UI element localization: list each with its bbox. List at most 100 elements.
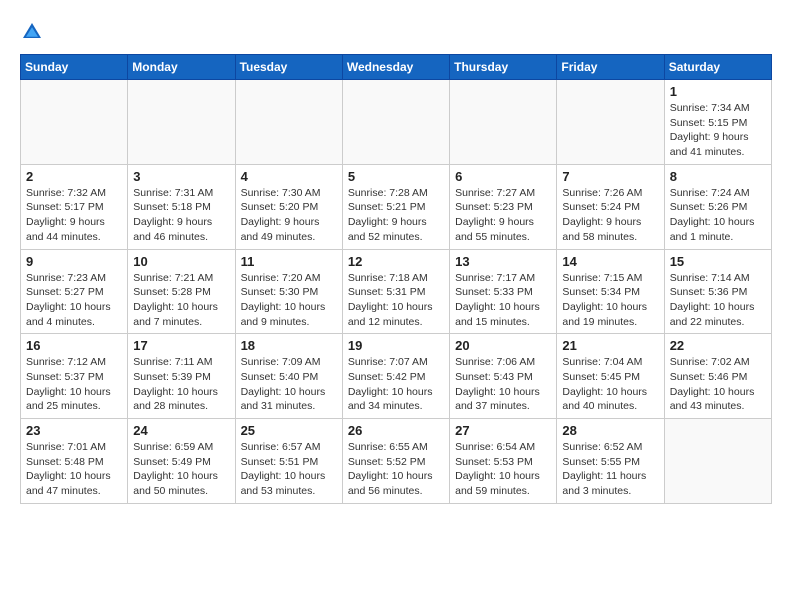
day-info: Sunrise: 6:52 AMSunset: 5:55 PMDaylight:… bbox=[562, 440, 658, 499]
calendar-cell: 10 Sunrise: 7:21 AMSunset: 5:28 PMDayligh… bbox=[128, 249, 235, 334]
calendar-cell bbox=[342, 80, 449, 165]
day-info: Sunrise: 7:09 AMSunset: 5:40 PMDaylight:… bbox=[241, 355, 337, 414]
day-info: Sunrise: 7:12 AMSunset: 5:37 PMDaylight:… bbox=[26, 355, 122, 414]
calendar-cell: 7Sunrise: 7:26 AMSunset: 5:24 PMDaylight… bbox=[557, 164, 664, 249]
day-info: Sunrise: 7:32 AMSunset: 5:17 PMDaylight:… bbox=[26, 186, 122, 245]
week-row-5: 23 Sunrise: 7:01 AMSunset: 5:48 PMDayligh… bbox=[21, 419, 772, 504]
day-number: 25 bbox=[241, 423, 337, 438]
calendar-cell bbox=[235, 80, 342, 165]
day-info: Sunrise: 7:28 AMSunset: 5:21 PMDaylight:… bbox=[348, 186, 444, 245]
day-info: Sunrise: 7:15 AMSunset: 5:34 PMDaylight:… bbox=[562, 271, 658, 330]
weekday-header-tuesday: Tuesday bbox=[235, 55, 342, 80]
day-info: Sunrise: 6:55 AMSunset: 5:52 PMDaylight:… bbox=[348, 440, 444, 499]
day-info: Sunrise: 6:54 AMSunset: 5:53 PMDaylight:… bbox=[455, 440, 551, 499]
calendar-cell: 20 Sunrise: 7:06 AMSunset: 5:43 PMDayligh… bbox=[450, 334, 557, 419]
calendar-cell: 5 Sunrise: 7:28 AMSunset: 5:21 PMDaylight… bbox=[342, 164, 449, 249]
day-number: 12 bbox=[348, 254, 444, 269]
day-info: Sunrise: 7:26 AMSunset: 5:24 PMDaylight:… bbox=[562, 186, 658, 245]
day-number: 15 bbox=[670, 254, 766, 269]
day-info: Sunrise: 7:01 AMSunset: 5:48 PMDaylight:… bbox=[26, 440, 122, 499]
calendar-cell: 25 Sunrise: 6:57 AMSunset: 5:51 PMDayligh… bbox=[235, 419, 342, 504]
day-number: 2 bbox=[26, 169, 122, 184]
day-info: Sunrise: 7:07 AMSunset: 5:42 PMDaylight:… bbox=[348, 355, 444, 414]
week-row-4: 16 Sunrise: 7:12 AMSunset: 5:37 PMDayligh… bbox=[21, 334, 772, 419]
calendar-cell: 23 Sunrise: 7:01 AMSunset: 5:48 PMDayligh… bbox=[21, 419, 128, 504]
weekday-header-wednesday: Wednesday bbox=[342, 55, 449, 80]
logo-icon bbox=[20, 20, 44, 44]
day-info: Sunrise: 7:20 AMSunset: 5:30 PMDaylight:… bbox=[241, 271, 337, 330]
day-number: 13 bbox=[455, 254, 551, 269]
day-info: Sunrise: 7:23 AMSunset: 5:27 PMDaylight:… bbox=[26, 271, 122, 330]
day-info: Sunrise: 7:21 AMSunset: 5:28 PMDaylight:… bbox=[133, 271, 229, 330]
day-number: 20 bbox=[455, 338, 551, 353]
calendar-cell bbox=[450, 80, 557, 165]
day-info: Sunrise: 7:11 AMSunset: 5:39 PMDaylight:… bbox=[133, 355, 229, 414]
page-header bbox=[20, 20, 772, 44]
calendar-cell: 26 Sunrise: 6:55 AMSunset: 5:52 PMDayligh… bbox=[342, 419, 449, 504]
calendar-cell: 14 Sunrise: 7:15 AMSunset: 5:34 PMDayligh… bbox=[557, 249, 664, 334]
day-number: 23 bbox=[26, 423, 122, 438]
calendar-cell: 17 Sunrise: 7:11 AMSunset: 5:39 PMDayligh… bbox=[128, 334, 235, 419]
day-number: 17 bbox=[133, 338, 229, 353]
calendar-cell: 13 Sunrise: 7:17 AMSunset: 5:33 PMDayligh… bbox=[450, 249, 557, 334]
calendar-cell: 21 Sunrise: 7:04 AMSunset: 5:45 PMDayligh… bbox=[557, 334, 664, 419]
day-number: 10 bbox=[133, 254, 229, 269]
day-number: 24 bbox=[133, 423, 229, 438]
day-number: 1 bbox=[670, 84, 766, 99]
calendar-cell: 4Sunrise: 7:30 AMSunset: 5:20 PMDaylight… bbox=[235, 164, 342, 249]
calendar-cell: 19 Sunrise: 7:07 AMSunset: 5:42 PMDayligh… bbox=[342, 334, 449, 419]
calendar-cell: 6 Sunrise: 7:27 AMSunset: 5:23 PMDaylight… bbox=[450, 164, 557, 249]
calendar-table: SundayMondayTuesdayWednesdayThursdayFrid… bbox=[20, 54, 772, 504]
calendar-cell: 3 Sunrise: 7:31 AMSunset: 5:18 PMDaylight… bbox=[128, 164, 235, 249]
day-number: 5 bbox=[348, 169, 444, 184]
calendar-cell: 1 Sunrise: 7:34 AMSunset: 5:15 PMDaylight… bbox=[664, 80, 771, 165]
calendar-cell bbox=[21, 80, 128, 165]
day-number: 3 bbox=[133, 169, 229, 184]
day-number: 16 bbox=[26, 338, 122, 353]
day-info: Sunrise: 7:18 AMSunset: 5:31 PMDaylight:… bbox=[348, 271, 444, 330]
week-row-1: 1 Sunrise: 7:34 AMSunset: 5:15 PMDaylight… bbox=[21, 80, 772, 165]
calendar-cell: 2 Sunrise: 7:32 AMSunset: 5:17 PMDaylight… bbox=[21, 164, 128, 249]
day-number: 19 bbox=[348, 338, 444, 353]
day-info: Sunrise: 7:02 AMSunset: 5:46 PMDaylight:… bbox=[670, 355, 766, 414]
calendar-cell bbox=[128, 80, 235, 165]
calendar-cell: 12 Sunrise: 7:18 AMSunset: 5:31 PMDayligh… bbox=[342, 249, 449, 334]
day-info: Sunrise: 7:17 AMSunset: 5:33 PMDaylight:… bbox=[455, 271, 551, 330]
calendar-cell: 28 Sunrise: 6:52 AMSunset: 5:55 PMDayligh… bbox=[557, 419, 664, 504]
day-number: 18 bbox=[241, 338, 337, 353]
day-info: Sunrise: 7:06 AMSunset: 5:43 PMDaylight:… bbox=[455, 355, 551, 414]
weekday-header-row: SundayMondayTuesdayWednesdayThursdayFrid… bbox=[21, 55, 772, 80]
day-number: 21 bbox=[562, 338, 658, 353]
day-number: 28 bbox=[562, 423, 658, 438]
day-info: Sunrise: 7:27 AMSunset: 5:23 PMDaylight:… bbox=[455, 186, 551, 245]
calendar-cell: 9 Sunrise: 7:23 AMSunset: 5:27 PMDaylight… bbox=[21, 249, 128, 334]
weekday-header-sunday: Sunday bbox=[21, 55, 128, 80]
day-info: Sunrise: 7:24 AMSunset: 5:26 PMDaylight:… bbox=[670, 186, 766, 245]
weekday-header-saturday: Saturday bbox=[664, 55, 771, 80]
calendar-cell: 16 Sunrise: 7:12 AMSunset: 5:37 PMDayligh… bbox=[21, 334, 128, 419]
day-number: 22 bbox=[670, 338, 766, 353]
weekday-header-friday: Friday bbox=[557, 55, 664, 80]
calendar-cell bbox=[664, 419, 771, 504]
calendar-cell: 22 Sunrise: 7:02 AMSunset: 5:46 PMDayligh… bbox=[664, 334, 771, 419]
day-info: Sunrise: 6:59 AMSunset: 5:49 PMDaylight:… bbox=[133, 440, 229, 499]
week-row-3: 9 Sunrise: 7:23 AMSunset: 5:27 PMDaylight… bbox=[21, 249, 772, 334]
day-info: Sunrise: 7:30 AMSunset: 5:20 PMDaylight:… bbox=[241, 186, 337, 245]
day-info: Sunrise: 7:31 AMSunset: 5:18 PMDaylight:… bbox=[133, 186, 229, 245]
day-number: 9 bbox=[26, 254, 122, 269]
day-info: Sunrise: 7:04 AMSunset: 5:45 PMDaylight:… bbox=[562, 355, 658, 414]
day-number: 14 bbox=[562, 254, 658, 269]
day-number: 11 bbox=[241, 254, 337, 269]
calendar-cell bbox=[557, 80, 664, 165]
day-number: 6 bbox=[455, 169, 551, 184]
day-info: Sunrise: 7:14 AMSunset: 5:36 PMDaylight:… bbox=[670, 271, 766, 330]
day-info: Sunrise: 7:34 AMSunset: 5:15 PMDaylight:… bbox=[670, 101, 766, 160]
calendar-cell: 11 Sunrise: 7:20 AMSunset: 5:30 PMDayligh… bbox=[235, 249, 342, 334]
day-number: 27 bbox=[455, 423, 551, 438]
logo bbox=[20, 20, 48, 44]
calendar-cell: 18 Sunrise: 7:09 AMSunset: 5:40 PMDayligh… bbox=[235, 334, 342, 419]
calendar-cell: 24 Sunrise: 6:59 AMSunset: 5:49 PMDayligh… bbox=[128, 419, 235, 504]
day-number: 26 bbox=[348, 423, 444, 438]
day-info: Sunrise: 6:57 AMSunset: 5:51 PMDaylight:… bbox=[241, 440, 337, 499]
weekday-header-monday: Monday bbox=[128, 55, 235, 80]
